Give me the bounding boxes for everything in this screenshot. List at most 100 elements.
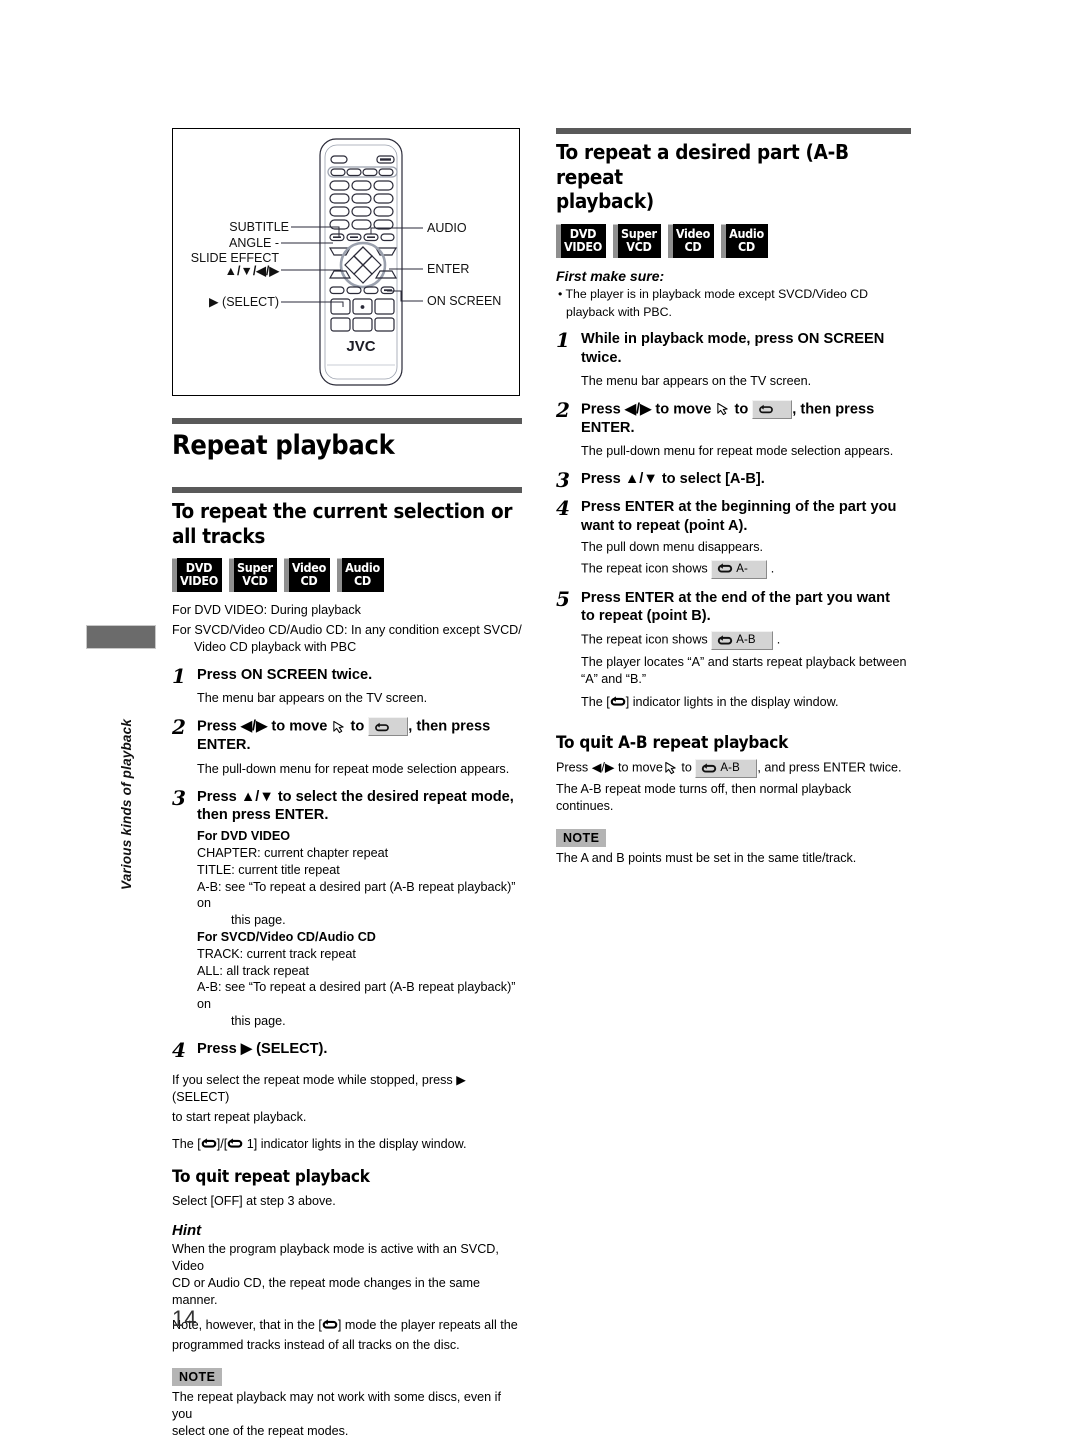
icon-line-pre: The repeat icon shows	[581, 561, 708, 576]
repeat-ab-point-a-icon[interactable]: A-	[711, 559, 768, 579]
step-text-c: , then press	[792, 401, 875, 418]
condition-svcd-cont: Video CD playback with PBC	[194, 640, 357, 655]
repeat-loop-icon	[717, 563, 733, 575]
mode-item: ALL: all track repeat	[197, 963, 310, 978]
repeat-loop-icon	[717, 635, 733, 647]
section-rule	[172, 418, 522, 424]
step-number: 4	[556, 496, 570, 521]
label-on-screen: ON SCREEN	[427, 294, 501, 308]
note-line1: The repeat playback may not work with so…	[172, 1389, 501, 1421]
quit-text-b: to	[681, 760, 692, 775]
badge-dvd-video: DVD VIDEO	[172, 558, 222, 593]
repeat-ab-icon[interactable]: A-B	[711, 631, 774, 651]
step-title-line2: then press ENTER.	[197, 806, 329, 823]
label-enter: ENTER	[427, 262, 469, 276]
step-text-c: , then press	[408, 718, 491, 735]
step-2: 2 Press ◀/▶ to move to , then press ENTE…	[556, 397, 911, 460]
step-title-line1: Press ENTER at the beginning of the part…	[581, 499, 897, 516]
repeat-key-label: A-	[736, 562, 748, 575]
repeat-loop-icon	[758, 403, 774, 415]
step-number: 5	[556, 586, 570, 611]
hint-line1: When the program playback mode is active…	[172, 1241, 499, 1273]
step-title-line1: Press ▲/▼ to select the desired repeat m…	[197, 788, 514, 805]
mode-item: TITLE: current title repeat	[197, 862, 340, 877]
first-make-sure-title: First make sure:	[556, 267, 665, 284]
step-4-note-line1: If you select the repeat mode while stop…	[172, 1072, 466, 1104]
step-description: The pull down menu disappears.	[581, 539, 764, 554]
step-number: 2	[556, 397, 570, 422]
cursor-arrow-icon	[664, 761, 677, 775]
step-title: Press ▶ (SELECT).	[197, 1040, 328, 1057]
step-5-desc-line2: “A” and “B.”	[581, 672, 647, 687]
step-description: The pull-down menu for repeat mode selec…	[197, 761, 510, 776]
chapter-tab-label: Various kinds of playback	[119, 718, 134, 890]
icon-line-post: .	[776, 632, 781, 647]
heading-line2: playback)	[556, 189, 654, 214]
repeat-mode-button-icon[interactable]	[752, 399, 793, 419]
step-text-a: Press ◀/▶ to move	[197, 718, 328, 735]
step-description: The pull-down menu for repeat mode selec…	[581, 444, 894, 459]
step-title: Press ENTER at the beginning of the part…	[581, 498, 911, 534]
badge-audio-cd: Audio CD	[721, 223, 768, 258]
step-title-line1: While in playback mode, press ON SCREEN	[581, 331, 885, 348]
left-column: JVC SUBTITLE ANGLE - SLIDE EFFECT ▲/▼/◀/…	[172, 128, 522, 1440]
step-title-line2: want to repeat (point A).	[581, 517, 748, 534]
step-title-line2: ENTER.	[197, 737, 251, 754]
step-title: Press ◀/▶ to move to , then press ENTER.	[581, 399, 911, 437]
cursor-arrow-icon	[332, 720, 345, 734]
jvc-logo: JVC	[346, 338, 375, 355]
hint-line4: programmed tracks instead of all tracks …	[172, 1337, 460, 1352]
hint-line2: CD or Audio CD, the repeat mode changes …	[172, 1275, 481, 1307]
badge-super-vcd: Super VCD	[612, 223, 661, 258]
step-1: 1 Press ON SCREEN twice. The menu bar ap…	[172, 664, 522, 707]
repeat-all-indicator-icon	[322, 1319, 338, 1331]
note-line2: select one of the repeat modes.	[172, 1423, 349, 1438]
repeat-mode-button-icon[interactable]	[368, 717, 409, 737]
repeat-loop-icon	[374, 721, 390, 733]
mode-item-cont: this page.	[231, 913, 286, 928]
page-number: 14	[172, 1306, 197, 1331]
repeat-modes-dvd: For DVD VIDEO CHAPTER: current chapter r…	[197, 828, 522, 1029]
repeat-loop-icon	[701, 763, 717, 775]
badge-video-cd: Video CD	[667, 223, 715, 258]
subsection-quit-repeat: To quit repeat playback	[172, 1166, 370, 1187]
section-heading-repeat-current: To repeat the current selection or all t…	[172, 499, 513, 548]
note-line1: The A and B points must be set in the sa…	[556, 851, 857, 866]
label-select: ▶ (SELECT)	[209, 295, 279, 309]
repeat-ab-icon[interactable]: A-B	[695, 759, 758, 779]
hint-line3: Note, however, that in the [ ] mode the …	[172, 1317, 522, 1334]
quit-text-a: Press ◀/▶ to move	[556, 760, 663, 775]
heading-line1: To repeat a desired part (A-B repeat	[556, 140, 849, 189]
indicator-post: indicator lights in the display window.	[260, 1136, 467, 1151]
repeat-all-indicator-icon	[201, 1138, 217, 1150]
repeat-one-indicator-icon	[227, 1138, 243, 1150]
note-badge: NOTE	[556, 829, 607, 848]
step-4: 4 Press ▶ (SELECT).	[172, 1038, 522, 1062]
repeat-all-indicator-icon	[610, 696, 626, 708]
step-number: 1	[556, 328, 570, 353]
step-2: 2 Press ◀/▶ to move to , then press ENTE…	[172, 715, 522, 777]
chapter-tab-block	[86, 625, 156, 649]
quit-repeat-text: Select [OFF] at step 3 above.	[172, 1193, 336, 1208]
indicator-line: The [ ]/[ 1] indicator lights in the dis…	[172, 1136, 522, 1153]
mode-item-cont: this page.	[231, 1013, 286, 1028]
step-text-b: to	[350, 718, 365, 735]
indicator-pre: The [	[172, 1136, 201, 1151]
disc-compatibility-badges: DVD VIDEO Super VCD Video CD Audio CD	[556, 223, 911, 258]
step-title: Press ◀/▶ to move to , then press ENTER.	[197, 717, 522, 754]
right-column: To repeat a desired part (A-B repeat pla…	[556, 128, 911, 867]
step-5: 5 Press ENTER at the end of the part you…	[556, 586, 911, 711]
step-5-indicator-line: The [ ] indicator lights in the display …	[581, 694, 911, 711]
repeat-key-label: A-B	[736, 634, 756, 647]
repeat-key-label: A-B	[720, 762, 740, 775]
disc-compatibility-badges: DVD VIDEO Super VCD Video CD Audio CD	[172, 558, 522, 593]
step-number: 2	[172, 715, 186, 740]
step-number: 1	[172, 664, 186, 689]
subsection-quit-ab-repeat: To quit A-B repeat playback	[556, 733, 789, 754]
step-number: 3	[556, 468, 570, 493]
step-title-line2: ENTER.	[581, 419, 635, 436]
step-text-b: to	[734, 401, 749, 418]
icon-line-post: .	[770, 561, 775, 576]
note-badge: NOTE	[172, 1367, 223, 1386]
mode-item: A-B: see “To repeat a desired part (A-B …	[197, 980, 516, 1012]
